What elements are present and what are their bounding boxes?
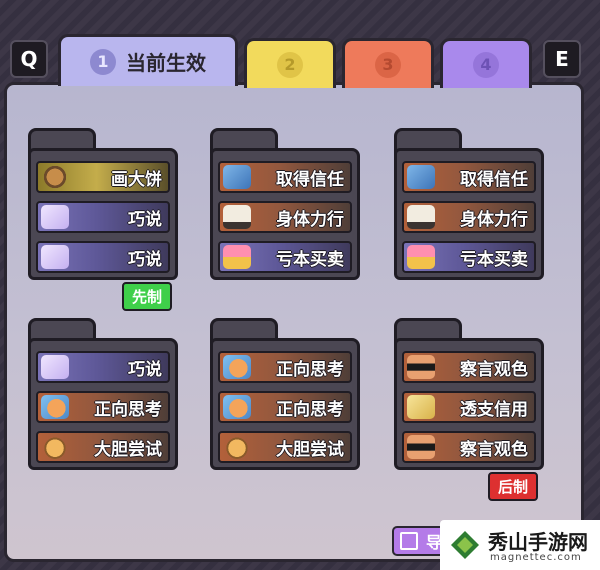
- card-2: 取得信任 身体力行 亏本买卖: [210, 128, 360, 280]
- skill-label: 身体力行: [276, 209, 344, 230]
- skill-slot[interactable]: 画大饼: [36, 161, 170, 193]
- skill-slot[interactable]: 正向思考: [218, 351, 352, 383]
- thinking-icon: [41, 395, 69, 419]
- credit-card-icon: [407, 395, 435, 419]
- handshake-icon: [223, 165, 251, 189]
- next-tab-key-e[interactable]: E: [543, 40, 581, 78]
- skill-slot[interactable]: 大胆尝试: [36, 431, 170, 463]
- site-domain: magnettec.com: [490, 552, 582, 563]
- tab-4[interactable]: 4: [440, 38, 532, 88]
- skill-label: 身体力行: [460, 209, 528, 230]
- skill-slot[interactable]: 身体力行: [218, 201, 352, 233]
- skill-label: 正向思考: [94, 399, 162, 420]
- sunglasses-icon: [407, 435, 435, 459]
- skill-slot[interactable]: 取得信任: [218, 161, 352, 193]
- gift-box-icon: [407, 245, 435, 269]
- copy-icon: [400, 532, 418, 550]
- skill-label: 巧说: [128, 359, 162, 380]
- skill-label: 大胆尝试: [276, 439, 344, 460]
- talk-icon: [41, 205, 69, 229]
- skill-label: 察言观色: [460, 359, 528, 380]
- card-6: 察言观色 透支信用 察言观色 后制: [394, 318, 544, 501]
- last-strike-badge: 后制: [488, 472, 539, 501]
- skill-label: 巧说: [128, 249, 162, 270]
- card-4: 巧说 正向思考 大胆尝试: [28, 318, 178, 470]
- sunglasses-icon: [407, 355, 435, 379]
- skill-slot[interactable]: 巧说: [36, 241, 170, 273]
- presentation-icon: [407, 205, 435, 229]
- thinking-icon: [223, 395, 251, 419]
- talk-icon: [41, 245, 69, 269]
- pie-icon: [41, 165, 69, 189]
- skill-slot[interactable]: 察言观色: [402, 351, 536, 383]
- bold-try-icon: [223, 435, 251, 459]
- skill-label: 亏本买卖: [276, 249, 344, 270]
- skill-label: 取得信任: [460, 169, 528, 190]
- tab-number: 2: [277, 51, 303, 78]
- tab-2[interactable]: 2: [244, 38, 336, 88]
- skill-slot[interactable]: 身体力行: [402, 201, 536, 233]
- skill-label: 亏本买卖: [460, 249, 528, 270]
- skill-label: 透支信用: [460, 399, 528, 420]
- tab-number: 4: [473, 51, 499, 78]
- talk-icon: [41, 355, 69, 379]
- card-1: 画大饼 巧说 巧说 先制: [28, 128, 178, 311]
- skill-slot[interactable]: 透支信用: [402, 391, 536, 423]
- card-3: 取得信任 身体力行 亏本买卖: [394, 128, 544, 280]
- watermark: 秀山手游网 magnettec.com: [440, 520, 600, 570]
- site-name: 秀山手游网: [488, 530, 588, 554]
- tab-number: 3: [375, 51, 401, 78]
- skill-slot[interactable]: 亏本买卖: [402, 241, 536, 273]
- skill-label: 巧说: [128, 209, 162, 230]
- skill-label: 画大饼: [111, 169, 162, 190]
- tab-number: 1: [90, 48, 116, 75]
- bold-try-icon: [41, 435, 69, 459]
- skill-label: 大胆尝试: [94, 439, 162, 460]
- skill-slot[interactable]: 巧说: [36, 201, 170, 233]
- tab-1[interactable]: 1 当前生效: [58, 34, 238, 86]
- skill-label: 正向思考: [276, 359, 344, 380]
- skill-slot[interactable]: 巧说: [36, 351, 170, 383]
- skill-slot[interactable]: 正向思考: [36, 391, 170, 423]
- presentation-icon: [223, 205, 251, 229]
- skill-slot[interactable]: 正向思考: [218, 391, 352, 423]
- skill-slot[interactable]: 取得信任: [402, 161, 536, 193]
- tab-label: 当前生效: [126, 51, 206, 75]
- handshake-icon: [407, 165, 435, 189]
- card-5: 正向思考 正向思考 大胆尝试: [210, 318, 360, 470]
- skill-slot[interactable]: 察言观色: [402, 431, 536, 463]
- prev-tab-key-q[interactable]: Q: [10, 40, 48, 78]
- skill-slot[interactable]: 亏本买卖: [218, 241, 352, 273]
- skill-label: 取得信任: [276, 169, 344, 190]
- skill-label: 正向思考: [276, 399, 344, 420]
- skill-slot[interactable]: 大胆尝试: [218, 431, 352, 463]
- skill-label: 察言观色: [460, 439, 528, 460]
- gift-box-icon: [223, 245, 251, 269]
- thinking-icon: [223, 355, 251, 379]
- site-logo-icon: [451, 531, 479, 559]
- first-strike-badge: 先制: [122, 282, 173, 311]
- tab-3[interactable]: 3: [342, 38, 434, 88]
